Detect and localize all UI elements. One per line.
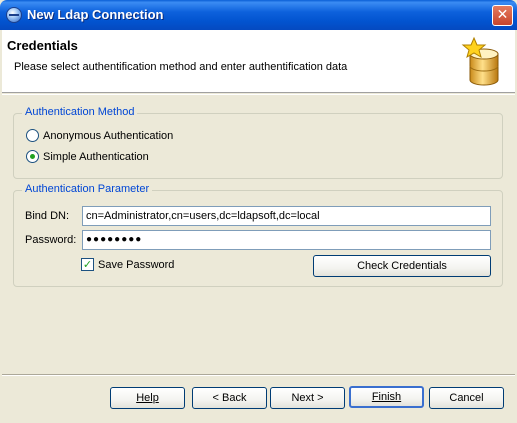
page-description: Please select authentification method an… [14,61,348,73]
radio-simple-label[interactable]: Simple Authentication [43,151,149,163]
banner-separator [2,94,515,95]
next-button[interactable]: Next > [270,387,345,409]
save-password-label[interactable]: Save Password [98,259,174,271]
bind-dn-label: Bind DN: [25,210,70,222]
auth-method-legend: Authentication Method [22,106,138,118]
page-title: Credentials [7,38,78,53]
help-button[interactable]: Help [110,387,185,409]
next-label: Next > [291,392,324,404]
cancel-button[interactable]: Cancel [429,387,504,409]
wizard-banner: Credentials Please select authentificati… [2,30,515,93]
radio-anonymous-button[interactable] [26,129,39,142]
back-button[interactable]: < Back [192,387,267,409]
back-label: < Back [212,392,247,404]
radio-simple[interactable]: Simple Authentication [26,150,149,163]
help-label: Help [136,392,159,404]
finish-button[interactable]: Finish [349,386,424,408]
dialog-window: New Ldap Connection ✕ Credentials Please… [0,0,517,423]
finish-label: Finish [371,391,402,403]
footer-separator [2,374,515,376]
app-globe-icon [6,7,22,23]
auth-params-legend: Authentication Parameter [22,183,153,195]
close-button[interactable]: ✕ [492,5,513,26]
cancel-label: Cancel [449,392,484,404]
password-input[interactable]: ●●●●●●●● [82,230,491,250]
check-credentials-button[interactable]: Check Credentials [313,255,491,277]
bind-dn-input[interactable] [82,206,491,226]
radio-anonymous-label[interactable]: Anonymous Authentication [43,130,173,142]
title-bar[interactable]: New Ldap Connection ✕ [0,0,517,30]
auth-method-group: Authentication Method Anonymous Authenti… [13,106,503,179]
window-title: New Ldap Connection [27,7,164,22]
save-password-checkbox[interactable]: ✓ Save Password [81,258,174,271]
auth-params-group: Authentication Parameter Bind DN: Passwo… [13,183,503,287]
radio-simple-button[interactable] [26,150,39,163]
radio-anonymous[interactable]: Anonymous Authentication [26,129,173,142]
database-star-icon [461,36,499,86]
password-label: Password: [25,234,77,246]
save-password-checkmark[interactable]: ✓ [81,258,94,271]
